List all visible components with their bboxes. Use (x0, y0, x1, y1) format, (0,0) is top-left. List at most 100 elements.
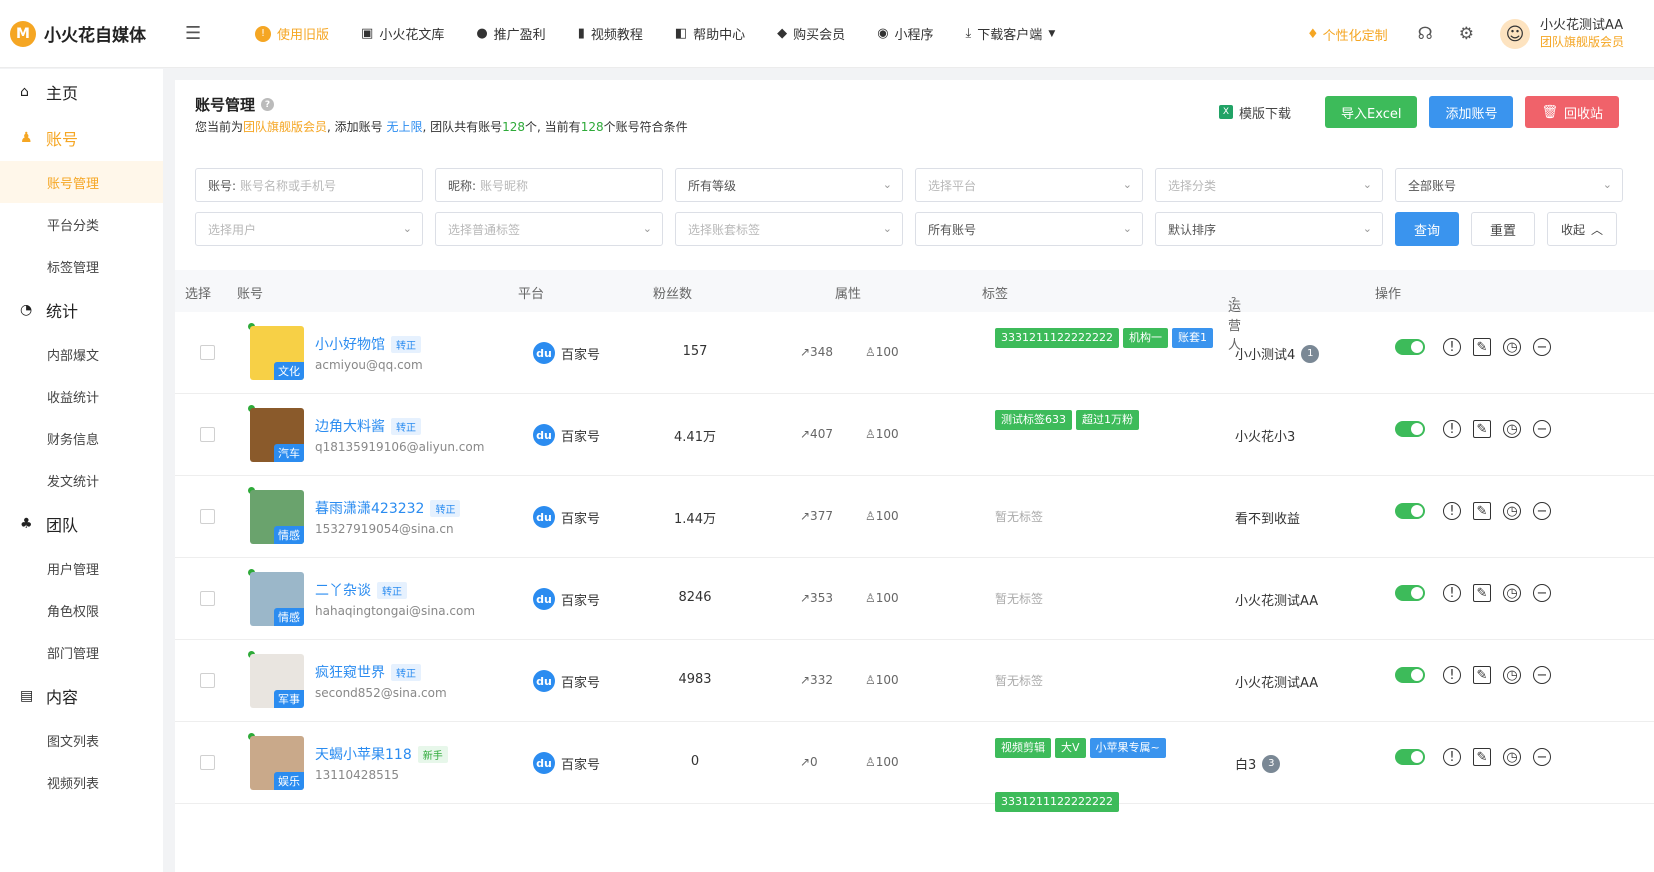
tag-chip[interactable]: 机构一 (1122, 328, 1168, 348)
info-icon[interactable]: ! (1443, 666, 1461, 684)
collapse-button[interactable]: 收起 ︿ (1547, 212, 1617, 246)
sidebar-item-tag-manage[interactable]: 标签管理 (0, 245, 163, 287)
nav-library[interactable]: ▣ 小火花文库 (361, 24, 444, 43)
edit-icon[interactable]: ✎ (1473, 338, 1491, 356)
nickname-search-input[interactable]: 昵称: 账号昵称 (435, 168, 663, 202)
nav-download-client[interactable]: ⤓ 下载客户端 ▼ (966, 24, 1056, 43)
remove-icon[interactable]: − (1533, 502, 1551, 520)
enable-toggle[interactable] (1395, 667, 1425, 683)
clock-icon[interactable]: ◷ (1503, 338, 1521, 356)
import-excel-button[interactable]: 导入Excel (1325, 96, 1418, 128)
sidebar-item-finance[interactable]: 财务信息 (0, 417, 163, 459)
custom-link[interactable]: ♦ 个性化定制 (1307, 25, 1388, 44)
row-checkbox[interactable] (200, 345, 215, 360)
avatar[interactable]: ☺ (1499, 19, 1530, 49)
account-name-link[interactable]: 二丫杂谈 (315, 580, 371, 600)
level-select[interactable]: 所有等级 ⌄ (675, 168, 903, 202)
row-checkbox[interactable] (200, 591, 215, 606)
user-select[interactable]: 选择用户 ⌄ (195, 212, 423, 246)
account-avatar[interactable]: 情感 (250, 490, 304, 544)
query-button[interactable]: 查询 (1395, 212, 1459, 246)
nav-old-version[interactable]: ! 使用旧版 (255, 24, 329, 43)
common-tag-select[interactable]: 选择普通标签 ⌄ (435, 212, 663, 246)
row-checkbox[interactable] (200, 673, 215, 688)
clock-icon[interactable]: ◷ (1503, 502, 1521, 520)
nav-video-tutorial[interactable]: ▮ 视频教程 (578, 24, 643, 43)
account-name-link[interactable]: 小小好物馆 (315, 334, 385, 354)
clock-icon[interactable]: ◷ (1503, 666, 1521, 684)
add-account-button[interactable]: 添加账号 (1429, 96, 1514, 128)
account-search-input[interactable]: 账号: 账号名称或手机号 (195, 168, 423, 202)
account-name-link[interactable]: 天蝎小苹果118 (315, 744, 412, 764)
enable-toggle[interactable] (1395, 421, 1425, 437)
nav-help-center[interactable]: ◧ 帮助中心 (675, 24, 745, 43)
remove-icon[interactable]: − (1533, 666, 1551, 684)
app-logo[interactable]: M 小火花自媒体 (0, 0, 165, 68)
remove-icon[interactable]: − (1533, 420, 1551, 438)
headset-icon[interactable]: ☊ (1418, 24, 1433, 44)
sidebar-item-video-list[interactable]: 视频列表 (0, 761, 163, 803)
row-checkbox[interactable] (200, 427, 215, 442)
edit-icon[interactable]: ✎ (1473, 584, 1491, 602)
help-icon[interactable]: ? (261, 98, 275, 111)
info-icon[interactable]: ! (1443, 502, 1461, 520)
info-icon[interactable]: ! (1443, 420, 1461, 438)
row-checkbox[interactable] (200, 755, 215, 770)
sidebar-item-revenue[interactable]: 收益统计 (0, 375, 163, 417)
remove-icon[interactable]: − (1533, 584, 1551, 602)
account-name-link[interactable]: 疯狂窥世界 (315, 662, 385, 682)
sidebar-group-stats[interactable]: ◔ 统计 (0, 287, 163, 333)
account-avatar[interactable]: 情感 (250, 572, 304, 626)
recycle-bin-button[interactable]: 🗑 回收站 (1525, 96, 1619, 128)
edit-icon[interactable]: ✎ (1473, 748, 1491, 766)
account-name-link[interactable]: 暮雨潇潇423232 (315, 498, 424, 518)
sidebar-item-account-manage[interactable]: 账号管理 (0, 161, 163, 203)
sidebar-item-role-permission[interactable]: 角色权限 (0, 589, 163, 631)
sidebar-item-user-manage[interactable]: 用户管理 (0, 547, 163, 589)
info-icon[interactable]: ! (1443, 338, 1461, 356)
sidebar-group-content[interactable]: ▤ 内容 (0, 673, 163, 719)
sidebar-item-platform-category[interactable]: 平台分类 (0, 203, 163, 245)
settings-icon[interactable]: ⚙ (1459, 24, 1474, 44)
tag-chip[interactable]: 3331211122222222 (995, 328, 1119, 348)
account-avatar[interactable]: 军事 (250, 654, 304, 708)
user-info[interactable]: 小火花测试AA 团队旗舰版会员 (1540, 17, 1624, 51)
tag-chip[interactable]: 小苹果专属~ (1089, 738, 1166, 758)
sort-select[interactable]: 默认排序 ⌄ (1155, 212, 1383, 246)
account-avatar[interactable]: 娱乐 (250, 736, 304, 790)
info-icon[interactable]: ! (1443, 748, 1461, 766)
category-select[interactable]: 选择分类 ⌄ (1155, 168, 1383, 202)
nav-miniprogram[interactable]: ◉ 小程序 (877, 24, 933, 43)
account-name-link[interactable]: 边角大料酱 (315, 416, 385, 436)
edit-icon[interactable]: ✎ (1473, 502, 1491, 520)
remove-icon[interactable]: − (1533, 748, 1551, 766)
sidebar-group-account[interactable]: ♟ 账号 (0, 115, 163, 161)
info-icon[interactable]: ! (1443, 584, 1461, 602)
tag-chip[interactable]: 视频剪辑 (995, 738, 1051, 758)
sidebar-item-post-stats[interactable]: 发文统计 (0, 459, 163, 501)
row-checkbox[interactable] (200, 509, 215, 524)
enable-toggle[interactable] (1395, 585, 1425, 601)
tag-chip[interactable]: 超过1万粉 (1076, 410, 1139, 430)
account-scope-select[interactable]: 全部账号 ⌄ (1395, 168, 1623, 202)
clock-icon[interactable]: ◷ (1503, 584, 1521, 602)
sidebar-item-department[interactable]: 部门管理 (0, 631, 163, 673)
reset-button[interactable]: 重置 (1471, 212, 1535, 246)
private-tag-select[interactable]: 选择账套标签 ⌄ (675, 212, 903, 246)
remove-icon[interactable]: − (1533, 338, 1551, 356)
sidebar-group-home[interactable]: ⌂ 主页 (0, 69, 163, 115)
nav-buy-member[interactable]: ◆ 购买会员 (777, 24, 845, 43)
enable-toggle[interactable] (1395, 749, 1425, 765)
menu-toggle-icon[interactable]: ☰ (185, 23, 215, 44)
sidebar-item-article-list[interactable]: 图文列表 (0, 719, 163, 761)
edit-icon[interactable]: ✎ (1473, 420, 1491, 438)
tag-chip[interactable]: 测试标签633 (995, 410, 1072, 430)
edit-icon[interactable]: ✎ (1473, 666, 1491, 684)
template-download-link[interactable]: X 模版下载 (1219, 103, 1291, 122)
account-type-select[interactable]: 所有账号 ⌄ (915, 212, 1143, 246)
enable-toggle[interactable] (1395, 503, 1425, 519)
platform-select[interactable]: 选择平台 ⌄ (915, 168, 1143, 202)
account-avatar[interactable]: 文化 (250, 326, 304, 380)
question-icon[interactable]: ? (1231, 296, 1236, 307)
tag-chip[interactable]: 大V (1055, 738, 1086, 758)
